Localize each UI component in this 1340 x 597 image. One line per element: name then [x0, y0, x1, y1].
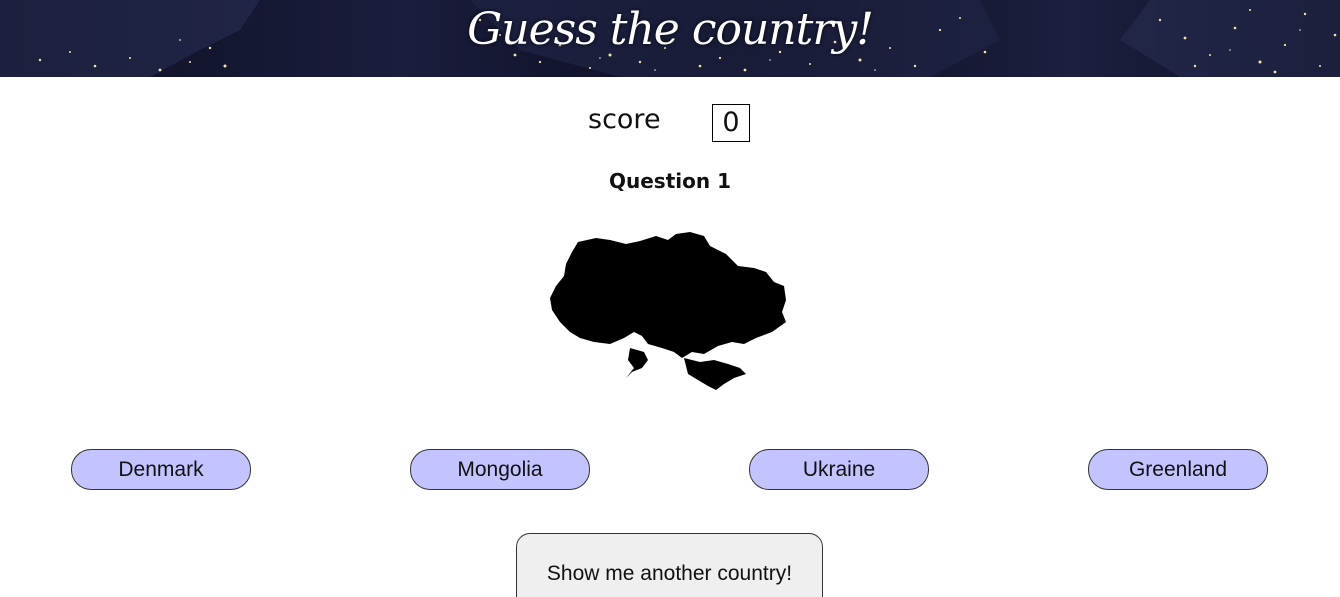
score-value: 0 — [712, 104, 750, 142]
app-root: Guess the country! score 0 Question 1 De… — [0, 0, 1340, 597]
score-label: score — [588, 104, 661, 135]
country-silhouette-image — [550, 232, 786, 390]
header-banner: Guess the country! — [0, 0, 1340, 77]
app-title: Guess the country! — [467, 4, 874, 55]
question-heading: Question 1 — [609, 169, 731, 193]
answer-button-greenland[interactable]: Greenland — [1088, 449, 1268, 490]
answer-button-denmark[interactable]: Denmark — [71, 449, 251, 490]
answer-button-ukraine[interactable]: Ukraine — [749, 449, 929, 490]
answer-button-mongolia[interactable]: Mongolia — [410, 449, 590, 490]
show-another-country-button[interactable]: Show me another country! — [516, 533, 823, 597]
